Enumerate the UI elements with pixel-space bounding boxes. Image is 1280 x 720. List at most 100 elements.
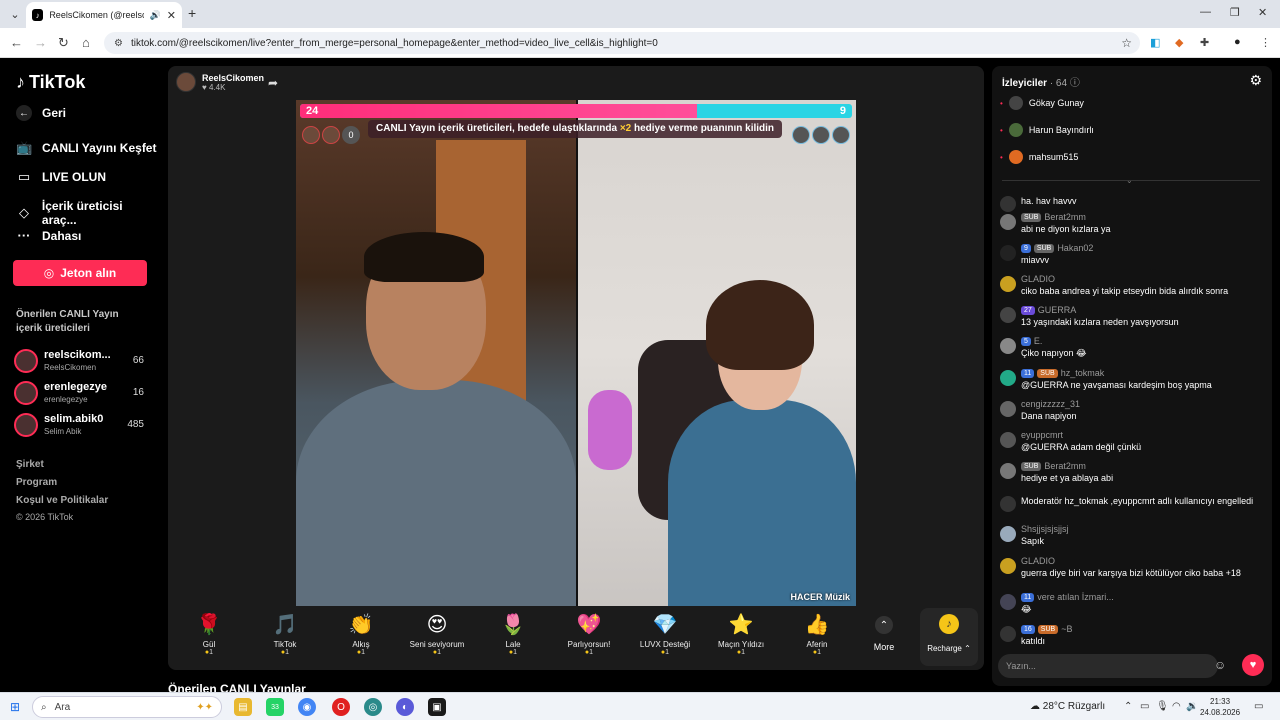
new-tab-icon[interactable]: + (188, 5, 196, 21)
whatsapp-icon[interactable]: 33 (266, 698, 284, 716)
share-icon[interactable]: ➦ (268, 76, 278, 90)
avatar[interactable] (1000, 245, 1016, 261)
gift-item[interactable]: 👏 Alkış ●1 (328, 612, 394, 656)
gift-item[interactable]: 😍 Seni seviyorum ●1 (404, 612, 470, 656)
emoji-icon[interactable]: ☺ (1214, 658, 1226, 672)
chat-username[interactable]: 9 SUB Hakan02 (1021, 243, 1093, 253)
gift-item[interactable]: 💖 Parlıyorsun! ●1 (556, 612, 622, 656)
chat-input[interactable] (998, 654, 1218, 678)
chat-username[interactable]: 5 E. (1021, 336, 1042, 346)
tiktok-logo[interactable]: ♪ TikTok (16, 72, 85, 93)
avatar[interactable] (1000, 526, 1016, 542)
gift-item[interactable]: 🌹 Gül ●1 (176, 612, 242, 656)
discord-icon[interactable]: ◐ (396, 698, 414, 716)
chevron-down-icon[interactable]: ⌄ (1126, 176, 1133, 185)
viewers-header[interactable]: İzleyiciler · 64 ⓘ (1002, 74, 1080, 89)
avatar[interactable] (1000, 496, 1016, 512)
reload-icon[interactable]: ↻ (58, 35, 69, 51)
file-explorer-icon[interactable]: ▤ (234, 698, 252, 716)
avatar[interactable] (1000, 626, 1016, 642)
left-supporters[interactable]: 0 (302, 126, 360, 144)
browser-tab[interactable]: ♪ ReelsCikomen (@reelscikomen) 🔊 ✕ (26, 2, 182, 28)
avatar[interactable] (1000, 307, 1016, 323)
nav-explore-live[interactable]: 📺 CANLI Yayını Keşfet (16, 140, 156, 156)
back-arrow-icon[interactable]: ← (10, 35, 23, 50)
chat-username[interactable]: SUB Berat2mm (1021, 461, 1086, 471)
right-supporters[interactable] (792, 126, 850, 144)
streamer-avatar[interactable] (176, 72, 196, 92)
avatar[interactable] (1000, 214, 1016, 230)
avatar[interactable] (1000, 196, 1016, 212)
footer-terms-link[interactable]: Koşul ve Politikalar (16, 495, 108, 506)
nav-more[interactable]: ··· Dahası (16, 228, 82, 243)
viewer-item[interactable]: • Harun Bayındırlı (1000, 123, 1094, 137)
forward-arrow-icon[interactable]: → (34, 35, 47, 50)
avatar[interactable] (1000, 401, 1016, 417)
tab-search-icon[interactable]: ⌄ (6, 5, 24, 23)
footer-company-link[interactable]: Şirket (16, 459, 44, 470)
viewer-item[interactable]: • Gökay Gunay (1000, 96, 1084, 110)
suggested-creator[interactable]: erenlegezye erenlegezye 16 (14, 379, 150, 407)
nav-creator-tools[interactable]: ◇ İçerik üreticisi araç... (16, 199, 160, 227)
get-coins-button[interactable]: ◎ Jeton alın (13, 260, 147, 286)
weather-widget[interactable]: ☁ 28°C Rüzgarlı (1030, 701, 1105, 712)
chat-username[interactable]: 11 vere atılan İzmari... (1021, 592, 1114, 602)
home-icon[interactable]: ⌂ (82, 35, 90, 50)
wifi-icon[interactable]: ◠ (1172, 701, 1181, 712)
minimize-icon[interactable]: — (1200, 6, 1211, 18)
chat-username[interactable]: 11 SUB hz_tokmak (1021, 368, 1104, 378)
tray-app-icon[interactable]: ▭ (1140, 701, 1149, 712)
gear-icon[interactable]: ⚙ (1249, 72, 1262, 89)
gift-item[interactable]: 💎 LUVX Desteği ●1 (632, 612, 698, 656)
avatar[interactable] (1000, 463, 1016, 479)
profile-avatar-icon[interactable]: ● (1234, 36, 1241, 48)
chat-username[interactable]: cengizzzzz_31 (1021, 399, 1080, 409)
viewer-item[interactable]: • mahsum515 (1000, 150, 1078, 164)
browser-menu-icon[interactable]: ⋮ (1260, 36, 1271, 49)
recharge-button[interactable]: ♪ Recharge ⌃ (920, 608, 978, 666)
metamask-icon[interactable]: ◆ (1175, 36, 1183, 49)
suggested-creator[interactable]: selim.abik0 Selim Abik 485 (14, 411, 150, 439)
url-bar[interactable]: ⚙ tiktok.com/@reelscikomen/live?enter_fr… (104, 32, 1140, 54)
chrome-icon[interactable]: ◉ (298, 698, 316, 716)
volume-icon[interactable]: 🔉 (1186, 701, 1198, 712)
nav-go-live[interactable]: ▭ LIVE OLUN (16, 169, 106, 185)
close-tab-icon[interactable]: ✕ (167, 9, 176, 22)
gift-item[interactable]: 🎵 TikTok ●1 (252, 612, 318, 656)
chat-username[interactable]: 27 GUERRA (1021, 305, 1076, 315)
avatar[interactable] (1000, 594, 1016, 610)
taskbar-search[interactable]: ⌕ Ara ✦✦ (32, 696, 222, 718)
like-heart-button[interactable]: ♥ (1242, 654, 1264, 676)
footer-program-link[interactable]: Program (16, 477, 57, 488)
avatar[interactable] (1000, 338, 1016, 354)
tray-chevron-up-icon[interactable]: ⌃ (1124, 701, 1132, 712)
opera-icon[interactable]: O (332, 698, 350, 716)
close-window-icon[interactable]: ✕ (1258, 6, 1267, 19)
live-video[interactable]: 24 9 0 CANLI Yayın içerik üreticileri, h… (296, 100, 856, 606)
avatar[interactable] (1000, 432, 1016, 448)
chat-username[interactable]: 16 SUB ~B (1021, 624, 1072, 634)
avatar[interactable] (1000, 370, 1016, 386)
avatar[interactable] (1000, 558, 1016, 574)
clock[interactable]: 21:33 24.08.2026 (1200, 696, 1240, 718)
restore-icon[interactable]: ❐ (1230, 6, 1240, 19)
chat-username[interactable]: SUB Berat2mm (1021, 212, 1086, 222)
avatar[interactable] (1000, 276, 1016, 292)
gift-item[interactable]: 🌷 Lale ●1 (480, 612, 546, 656)
extensions-puzzle-icon[interactable]: ✚ (1200, 36, 1209, 49)
audio-playing-icon[interactable]: 🔊 (150, 10, 161, 21)
back-link[interactable]: ← Geri (16, 105, 66, 121)
chat-username[interactable]: eyuppcmrt (1021, 430, 1063, 440)
notification-icon[interactable]: ▭ (1254, 701, 1263, 712)
microphone-icon[interactable]: 🎙 (1156, 701, 1169, 712)
site-info-icon[interactable]: ⚙ (114, 38, 123, 49)
chat-username[interactable]: Shsjjsjsjsjjsj (1021, 524, 1069, 534)
gift-item[interactable]: 👍 Aferin ●1 (784, 612, 850, 656)
streamer-info[interactable]: ReelsCikomen ♥ 4.4K (176, 72, 264, 92)
bookmark-star-icon[interactable]: ☆ (1121, 36, 1132, 50)
extension-icon[interactable]: ◧ (1150, 36, 1160, 49)
gift-item[interactable]: ⭐ Maçın Yıldızı ●1 (708, 612, 774, 656)
capcut-icon[interactable]: ▣ (428, 698, 446, 716)
chat-username[interactable]: GLADIO (1021, 274, 1055, 284)
windows-start-icon[interactable]: ⊞ (10, 700, 24, 714)
